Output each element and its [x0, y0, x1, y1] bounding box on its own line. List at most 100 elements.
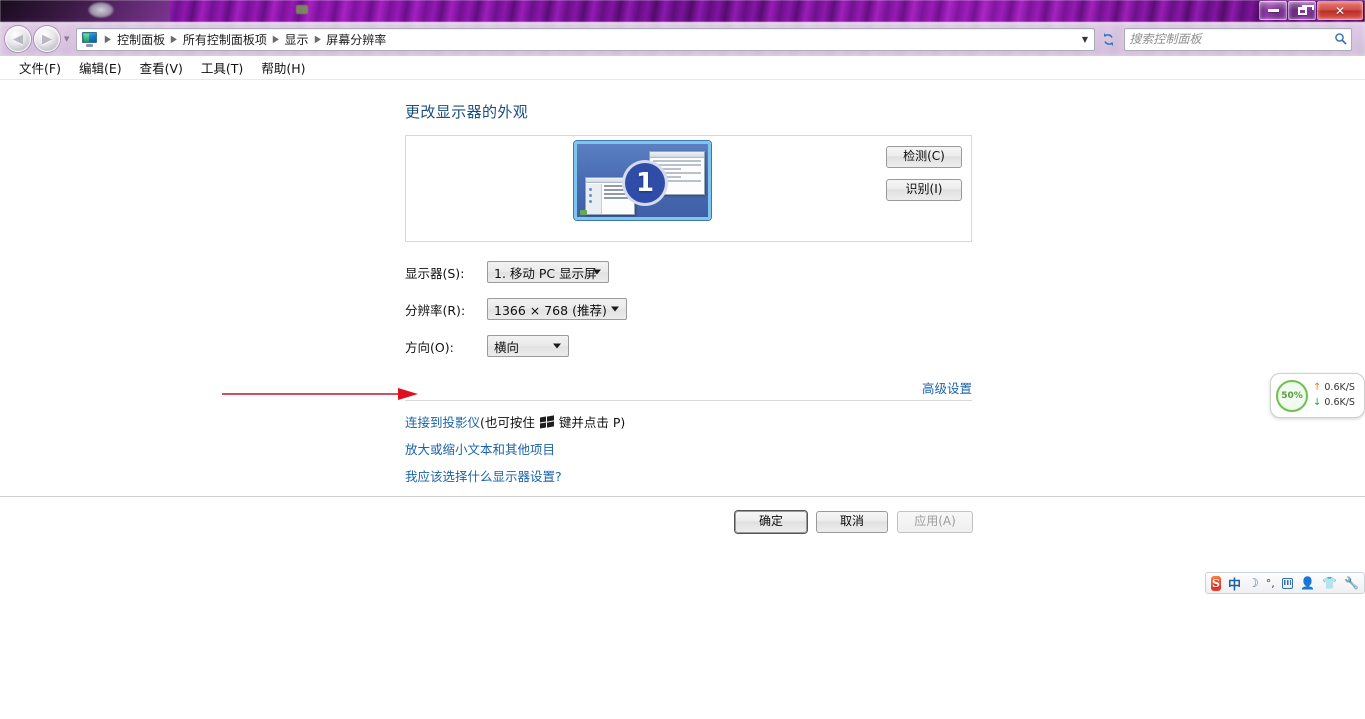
- help-link-row: 我应该选择什么显示器设置?: [405, 466, 562, 485]
- breadcrumb-item-screen-resolution[interactable]: 屏幕分辨率: [323, 31, 389, 48]
- display-select[interactable]: 1. 移动 PC 显示屏: [487, 261, 609, 283]
- degree-icon[interactable]: °,: [1266, 577, 1275, 590]
- window-controls: ✕: [1258, 1, 1363, 20]
- restore-icon: [1297, 4, 1314, 15]
- breadcrumb-separator-icon: ▶: [272, 33, 279, 45]
- address-dropdown-icon[interactable]: ▼: [1076, 35, 1093, 44]
- menu-help[interactable]: 帮助(H): [252, 56, 314, 79]
- restore-button[interactable]: [1288, 1, 1316, 20]
- sogou-logo-icon[interactable]: S: [1211, 575, 1222, 591]
- forward-arrow-icon: ▶: [42, 31, 52, 47]
- screen: ✕ ◀ ▶ ▼ ▶ 控制面板 ▶ 所有控制面板项 ▶ 显示 ▶ 屏幕分辨率 ▼ …: [0, 0, 1365, 719]
- menu-tools[interactable]: 工具(T): [192, 56, 252, 79]
- ime-language-bar[interactable]: S 中 ☽ °, 👤 👕 🔧: [1205, 572, 1365, 594]
- breadcrumb-separator-icon: ▶: [105, 33, 112, 45]
- page-title: 更改显示器的外观: [405, 103, 529, 121]
- minimize-button[interactable]: [1259, 1, 1287, 20]
- menu-bar: 文件(F) 编辑(E) 查看(V) 工具(T) 帮助(H): [0, 56, 1365, 80]
- resize-text-link[interactable]: 放大或缩小文本和其他项目: [405, 439, 555, 458]
- upload-rate-row: ↑ 0.6K/S: [1313, 381, 1355, 396]
- close-button[interactable]: ✕: [1317, 1, 1363, 20]
- keyboard-icon[interactable]: [1281, 577, 1294, 589]
- search-box[interactable]: [1124, 27, 1353, 51]
- resolution-select-value: 1366 × 768 (推荐): [494, 302, 607, 318]
- display-screen-shape: [82, 32, 98, 43]
- apply-button[interactable]: 应用(A): [897, 511, 973, 533]
- monitor-tray-icon: [580, 210, 587, 215]
- download-arrow-icon: ↓: [1313, 396, 1322, 408]
- annotation-arrow: [222, 388, 418, 400]
- shirt-icon[interactable]: 👕: [1322, 576, 1337, 590]
- close-icon: ✕: [1334, 3, 1346, 18]
- windows-logo-key-icon: [539, 414, 554, 429]
- search-input[interactable]: [1129, 32, 1330, 46]
- orientation-select-value: 横向: [494, 339, 520, 355]
- cpu-usage-ring: 50%: [1276, 379, 1308, 412]
- text-size-link-row: 放大或缩小文本和其他项目: [405, 439, 555, 458]
- ok-button[interactable]: 确定: [735, 511, 807, 533]
- back-arrow-icon: ◀: [13, 31, 23, 47]
- chevron-down-icon: [593, 269, 601, 275]
- page-content: 更改显示器的外观 1 检测(C) 识别(I) 显示器(S): 1. 移动 PC …: [0, 81, 1365, 719]
- display-label: 显示器(S):: [405, 265, 465, 281]
- identify-button[interactable]: 识别(I): [886, 179, 962, 201]
- thumb-bullet: [589, 188, 592, 191]
- resolution-field-row: 分辨率(R): 1366 × 768 (推荐): [405, 298, 627, 320]
- display-stand-shape: [86, 44, 94, 47]
- network-rates: ↑ 0.6K/S ↓ 0.6K/S: [1313, 381, 1355, 410]
- display-select-value: 1. 移动 PC 显示屏: [494, 265, 597, 281]
- forward-button[interactable]: ▶: [34, 26, 60, 52]
- thumb-titlebar: [650, 152, 704, 158]
- chevron-down-icon: [553, 343, 561, 349]
- recent-pages-dropdown[interactable]: ▼: [64, 35, 69, 43]
- ime-mode-toggle[interactable]: 中: [1228, 574, 1241, 593]
- thumb-bullet: [589, 200, 592, 203]
- display-field-row: 显示器(S): 1. 移动 PC 显示屏: [405, 261, 609, 283]
- upload-rate-value: 0.6K/S: [1324, 382, 1355, 394]
- menu-edit[interactable]: 编辑(E): [70, 56, 131, 79]
- search-icon: [1334, 30, 1347, 49]
- chevron-down-icon: [611, 306, 619, 312]
- menu-view[interactable]: 查看(V): [131, 56, 192, 79]
- refresh-button[interactable]: [1097, 28, 1119, 51]
- monitor-number-badge: 1: [622, 160, 668, 206]
- connect-projector-link[interactable]: 连接到投影仪: [405, 412, 480, 431]
- minimize-icon: [1267, 9, 1279, 12]
- person-icon[interactable]: 👤: [1300, 576, 1315, 590]
- display-icon: [81, 31, 99, 47]
- wrench-icon[interactable]: 🔧: [1344, 576, 1359, 590]
- breadcrumb-item-control-panel[interactable]: 控制面板: [114, 31, 168, 48]
- which-settings-help-link[interactable]: 我应该选择什么显示器设置?: [405, 466, 562, 485]
- display-preview-panel: 1 检测(C) 识别(I): [405, 135, 972, 242]
- thumb-bullet: [589, 194, 592, 197]
- breadcrumb-separator-icon: ▶: [170, 33, 178, 45]
- upload-arrow-icon: ↑: [1313, 382, 1322, 393]
- section-divider: [405, 400, 972, 401]
- orientation-label: 方向(O):: [405, 339, 454, 355]
- thumb-line: [653, 160, 701, 162]
- download-rate-value: 0.6K/S: [1324, 396, 1355, 408]
- breadcrumb-separator-icon: ▶: [314, 33, 321, 45]
- download-rate-row: ↓ 0.6K/S: [1313, 396, 1355, 411]
- network-speed-widget[interactable]: 50% ↑ 0.6K/S ↓ 0.6K/S: [1270, 373, 1365, 418]
- orientation-field-row: 方向(O): 横向: [405, 335, 569, 357]
- breadcrumb-item-all-items[interactable]: 所有控制面板项: [180, 31, 270, 48]
- refresh-icon: [1103, 32, 1114, 46]
- orientation-select[interactable]: 横向: [487, 335, 569, 357]
- back-button[interactable]: ◀: [5, 26, 31, 52]
- navigation-bar: ◀ ▶ ▼ ▶ 控制面板 ▶ 所有控制面板项 ▶ 显示 ▶ 屏幕分辨率 ▼: [0, 23, 1365, 55]
- detect-button[interactable]: 检测(C): [886, 146, 962, 168]
- resolution-label: 分辨率(R):: [405, 302, 466, 318]
- moon-icon[interactable]: ☽: [1248, 576, 1259, 590]
- footer-divider: [0, 496, 1365, 497]
- breadcrumb: ▶ 控制面板 ▶ 所有控制面板项 ▶ 显示 ▶ 屏幕分辨率: [102, 31, 389, 48]
- menu-file[interactable]: 文件(F): [10, 56, 70, 79]
- cancel-button[interactable]: 取消: [816, 511, 888, 533]
- address-bar[interactable]: ▶ 控制面板 ▶ 所有控制面板项 ▶ 显示 ▶ 屏幕分辨率 ▼: [76, 27, 1096, 51]
- projector-hint-suffix: 键并点击 P): [558, 415, 626, 430]
- breadcrumb-item-display[interactable]: 显示: [282, 31, 312, 48]
- resolution-select[interactable]: 1366 × 768 (推荐): [487, 298, 627, 320]
- monitor-1-thumbnail[interactable]: 1: [574, 141, 711, 220]
- projector-hint-prefix: (也可按住: [480, 415, 535, 430]
- advanced-settings-link[interactable]: 高级设置: [922, 378, 972, 397]
